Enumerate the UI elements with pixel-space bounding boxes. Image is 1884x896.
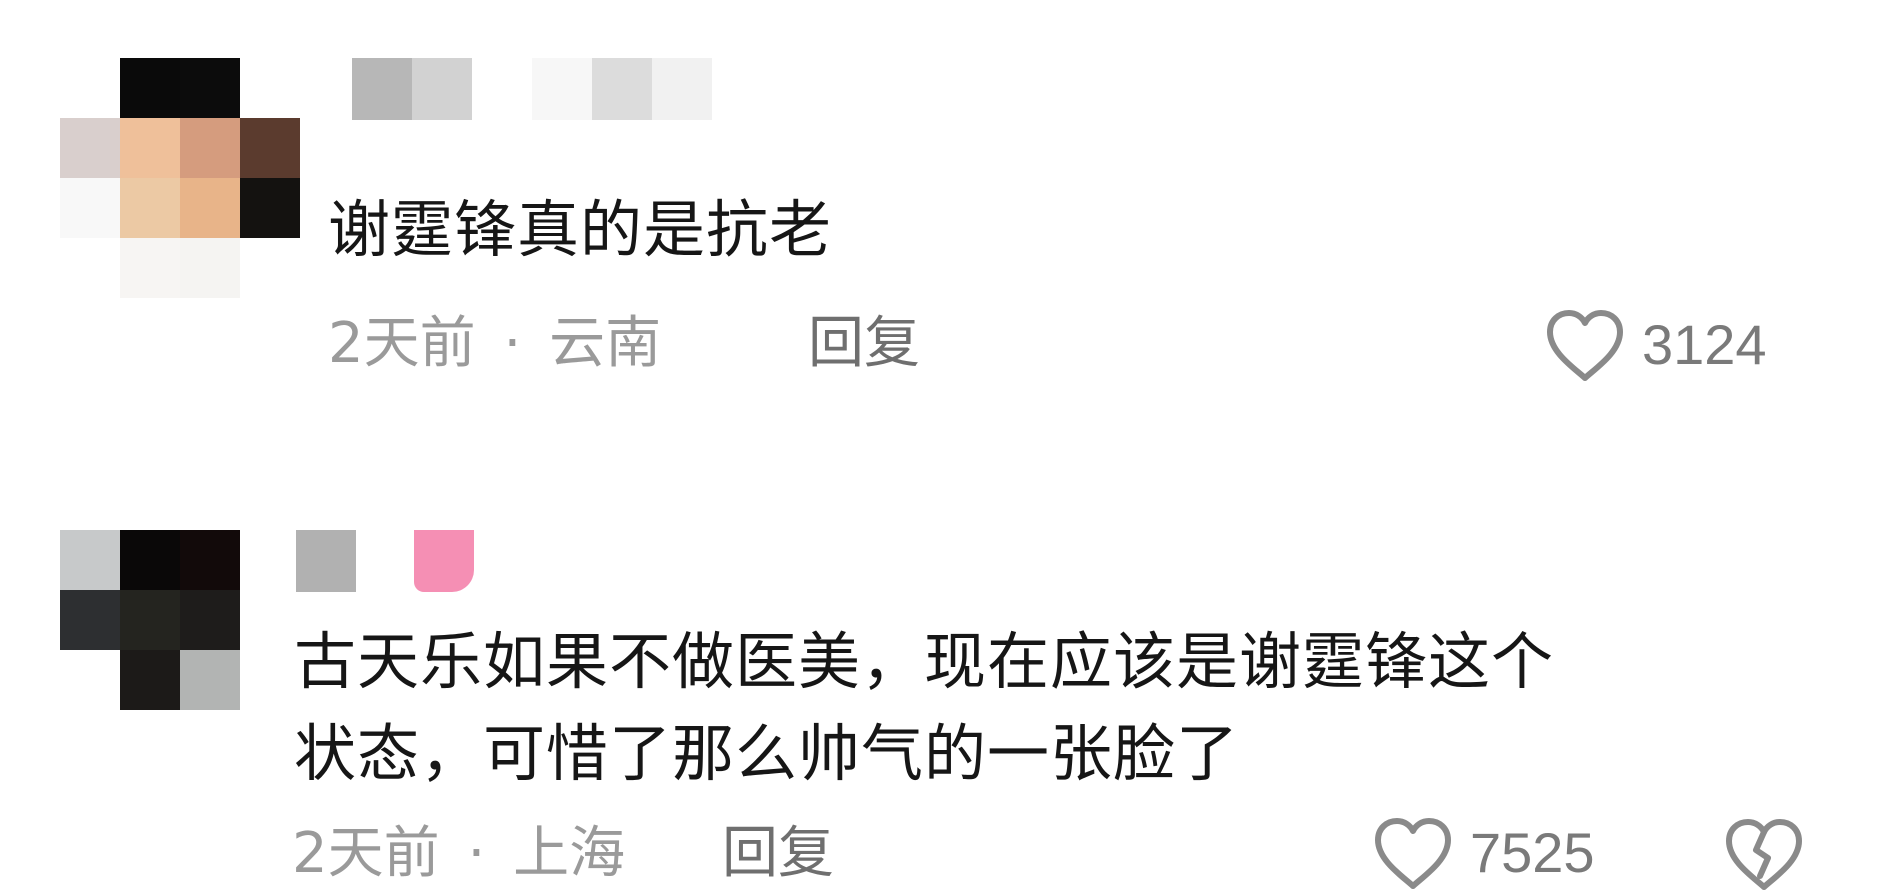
reply-button[interactable]: 回复 <box>722 824 834 884</box>
like-count: 3124 <box>1642 313 1767 376</box>
broken-heart-icon <box>1726 819 1802 890</box>
avatar-pixel <box>120 590 180 650</box>
comment-text: 古天乐如果不做医美，现在应该是谢霆锋这个 状态，可惜了那么帅气的一张脸了 <box>294 625 1555 790</box>
dislike-button[interactable] <box>1722 816 1806 896</box>
comment-text: 谢霆锋真的是抗老 <box>328 193 833 266</box>
avatar-pixel <box>120 58 180 118</box>
like-count: 7525 <box>1470 821 1595 884</box>
avatar-pixel <box>60 118 120 178</box>
comment-time: 2天前 <box>292 821 440 886</box>
avatar-pixel <box>180 238 240 298</box>
avatar-pixel <box>180 178 240 238</box>
comment-meta: 2天前 · 云南 <box>328 314 661 374</box>
comment-item: 古天乐如果不做医美，现在应该是谢霆锋这个 状态，可惜了那么帅气的一张脸了 2天前… <box>0 420 1884 895</box>
avatar-pixel <box>120 118 180 178</box>
avatar-pixel <box>180 530 240 590</box>
username-blurred[interactable] <box>296 530 536 592</box>
heart-outline-icon <box>1375 818 1451 889</box>
avatar-pixel <box>240 118 300 178</box>
avatar-pixel <box>60 178 120 238</box>
username-pixel <box>296 530 356 592</box>
username-blurred[interactable] <box>352 58 712 120</box>
avatar-pixel <box>180 650 240 710</box>
like-button[interactable]: 7525 <box>1372 816 1595 890</box>
avatar-pixel <box>60 530 120 590</box>
comment-time: 2天前 <box>328 311 476 376</box>
comment-meta: 2天前 · 上海 <box>292 824 625 884</box>
username-pixel <box>352 58 412 120</box>
avatar-pixel <box>120 650 180 710</box>
avatar[interactable] <box>60 58 300 298</box>
comment-location: 云南 <box>549 311 662 376</box>
username-pixel <box>532 58 592 120</box>
reply-button[interactable]: 回复 <box>808 314 920 374</box>
avatar-pixel <box>240 178 300 238</box>
username-pixel <box>412 58 472 120</box>
like-button[interactable]: 3124 <box>1544 308 1767 382</box>
comment-item: 谢霆锋真的是抗老 2天前 · 云南 回复 3124 <box>0 0 1884 420</box>
heart-outline-icon <box>1547 310 1623 381</box>
comment-location: 上海 <box>513 821 626 886</box>
avatar-pixel <box>180 118 240 178</box>
meta-separator: · <box>467 821 486 886</box>
avatar-pixel <box>120 178 180 238</box>
username-pixel <box>592 58 652 120</box>
username-pixel <box>652 58 712 120</box>
username-pixel <box>414 530 474 592</box>
avatar[interactable] <box>60 530 300 770</box>
avatar-pixel <box>120 238 180 298</box>
avatar-pixel <box>180 590 240 650</box>
avatar-pixel <box>120 530 180 590</box>
avatar-pixel <box>60 590 120 650</box>
meta-separator: · <box>503 311 522 376</box>
avatar-pixel <box>180 58 240 118</box>
